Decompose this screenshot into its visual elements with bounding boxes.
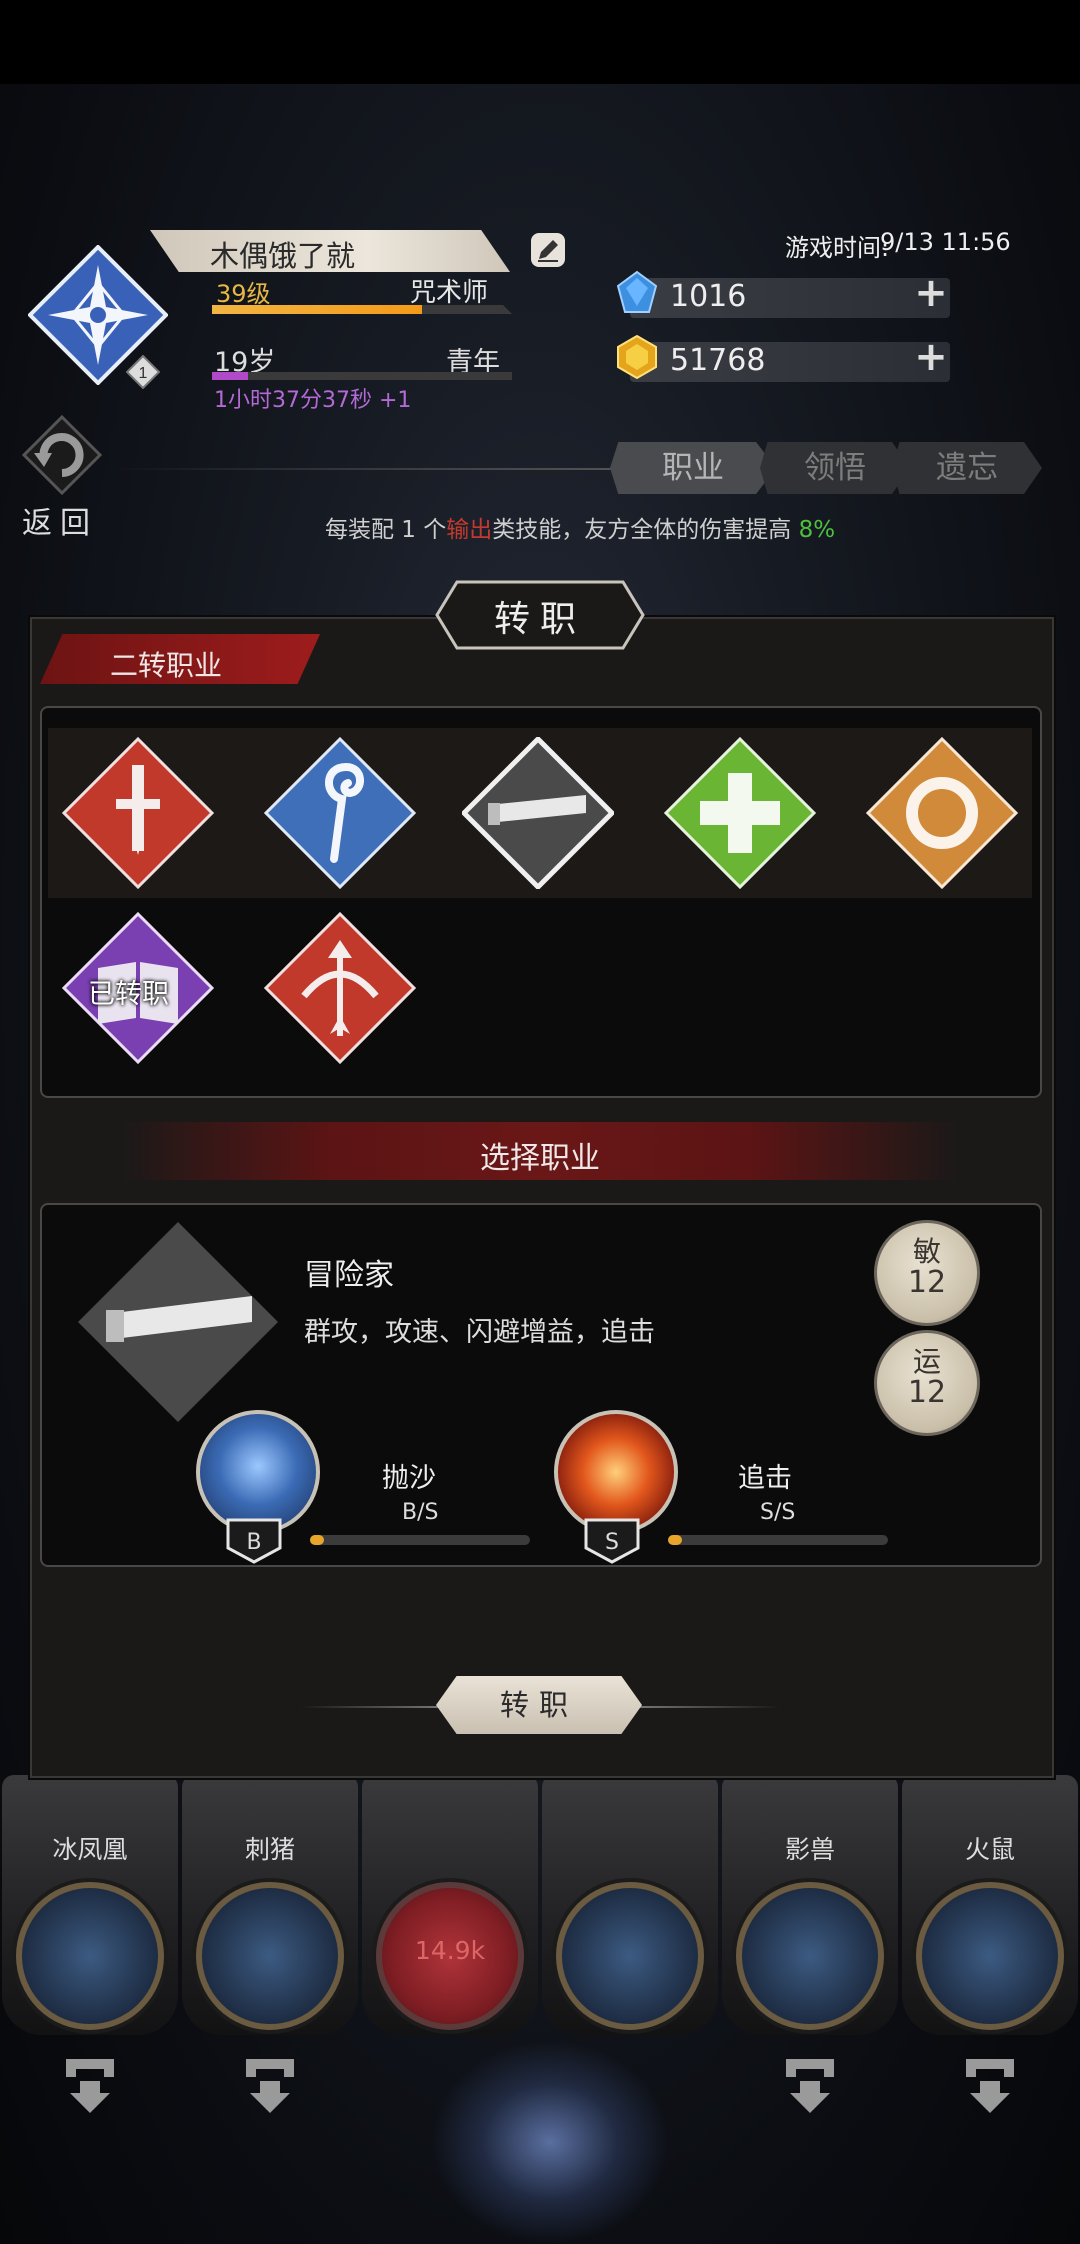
job-bow[interactable] [263,911,417,1065]
fire-rat-icon[interactable] [916,1882,1064,2030]
play-time: 1小时37分37秒 +1 [214,388,412,413]
dagger-icon[interactable] [556,1882,704,2030]
skill-progress-fill [668,1535,682,1545]
age-bar-fill [212,372,248,380]
sand-throw-icon[interactable] [196,1410,320,1534]
gold-count: 51768 [670,343,766,378]
gold-icon [617,334,657,380]
stat-agility-key: 敏 [912,1235,941,1268]
unequip-icon[interactable] [782,2055,838,2115]
job-ring[interactable] [865,736,1019,890]
edit-name-icon[interactable] [528,230,568,270]
skill-slot-name: 影兽 [784,1835,835,1864]
skill-slot-value: 14.9k [414,1936,486,1965]
skill-slot-name: 刺猪 [244,1835,295,1864]
select-job-title: 选择职业 [480,1141,600,1176]
skill-rank: B [246,1530,262,1555]
telescope-icon [460,735,616,891]
age-bar [212,372,512,380]
tab-comprehend[interactable]: 领悟 [760,442,910,494]
unequip-icon[interactable] [62,2055,118,2115]
job-cross[interactable] [663,736,817,890]
diamond-icon [616,270,658,313]
skill-name: 追击 [738,1463,792,1494]
sword-icon [61,736,215,890]
section-title: 二转职业 [110,649,223,682]
skill-slot-name: 冰凤凰 [52,1835,128,1864]
skill-grade: B/S [402,1500,439,1525]
completed-label: 已转职 [88,979,169,1010]
job-sword[interactable] [61,736,215,890]
cross-icon [663,736,817,890]
tab-forget[interactable]: 遗忘 [892,442,1042,494]
skill-grade: S/S [760,1500,796,1525]
stat-luck: 运 12 [874,1330,980,1436]
skill-name: 抛沙 [382,1463,436,1494]
add-gold-button[interactable]: + [914,337,948,377]
bow-icon [263,911,417,1065]
unequip-icon[interactable] [962,2055,1018,2115]
player-level: 39级 [216,280,271,308]
stat-luck-value: 12 [907,1375,947,1410]
job-telescope-selected[interactable] [460,735,616,891]
selected-job-name: 冒险家 [304,1258,394,1293]
return-label[interactable]: 返回 [22,498,98,542]
bonus-middle: 类技能，友方全体的伤害提高 [492,517,799,543]
skill-progress-fill [310,1535,324,1545]
return-icon[interactable] [22,415,102,495]
bonus-highlight: 输出 [446,517,493,543]
selected-job-telescope-icon [78,1222,278,1422]
staff-icon [263,736,417,890]
exp-bar-fill [212,305,422,314]
skill-rank: S [605,1530,619,1555]
ice-phoenix-icon[interactable] [16,1882,164,2030]
selected-job-description: 群攻，攻速、闪避增益，追击 [304,1317,655,1348]
job-staff[interactable] [263,736,417,890]
player-class: 咒术师 [410,278,489,308]
avatar-level-badge: 1 [126,355,160,389]
stat-agility: 敏 12 [874,1220,980,1326]
shadow-beast-icon[interactable] [736,1882,884,2030]
diamond-count: 1016 [670,279,747,314]
confirm-job-change-button[interactable]: 转职 [436,1676,642,1734]
game-time-value: 9/13 11:56 [880,228,1011,256]
panel-title: 转职 [493,599,586,640]
quill-icon[interactable] [196,1882,344,2030]
game-background: 1 木偶饿了就 39级 咒术师 19岁 青年 1小时37分37秒 +1 游戏时间… [0,0,1080,2244]
unequip-icon[interactable] [242,2055,298,2115]
ring-icon [865,736,1019,890]
add-diamond-button[interactable]: + [914,273,948,313]
game-time-label: 游戏时间: [785,234,890,262]
player-name: 木偶饿了就 [210,239,356,273]
bonus-prefix: 每装配 1 个 [325,517,447,543]
skill-progress-bar [310,1535,530,1545]
pursuit-icon[interactable] [554,1410,678,1534]
status-bar [0,0,1080,84]
background-glow [430,2040,670,2244]
tab-divider [110,468,630,470]
stat-agility-value: 12 [907,1265,947,1300]
skill-progress-bar [668,1535,888,1545]
skill-slot-name: 火鼠 [964,1835,1015,1864]
team-bonus-text: 每装配 1 个输出类技能，友方全体的伤害提高 8% [325,510,835,544]
tab-job[interactable]: 职业 [610,442,776,494]
stat-luck-key: 运 [912,1345,941,1378]
bonus-value: 8% [798,517,836,543]
avatar-level-text: 1 [139,365,148,382]
